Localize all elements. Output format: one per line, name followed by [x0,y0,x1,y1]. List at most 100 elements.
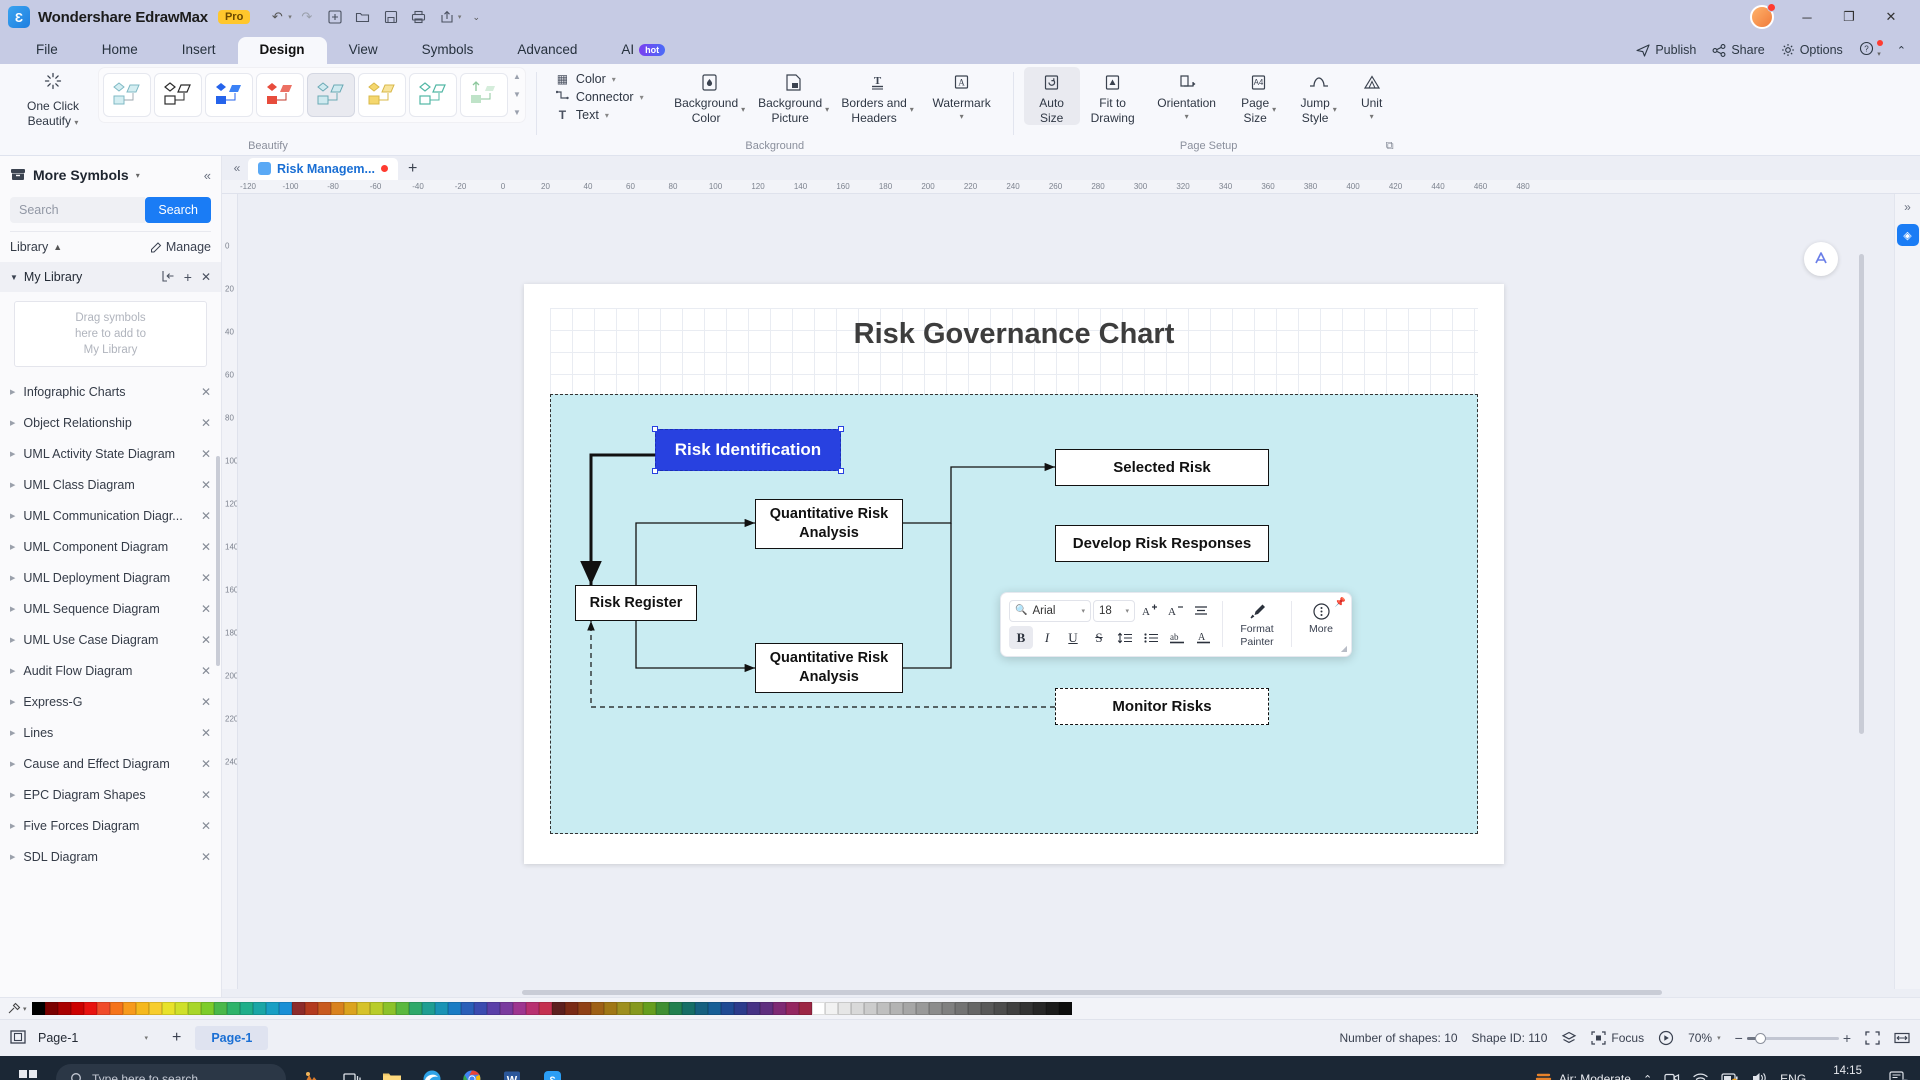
remove-icon[interactable]: ✕ [201,385,211,399]
beautify-style-outline-black[interactable] [154,73,202,117]
jump-style-caret-icon[interactable]: ▾ [1333,105,1337,114]
color-swatch[interactable] [434,1002,448,1015]
watermark-caret-icon[interactable]: ▾ [960,112,964,121]
color-swatch[interactable] [772,1002,786,1015]
line-spacing-button[interactable] [1113,626,1137,649]
color-swatch[interactable] [486,1002,500,1015]
undo-icon[interactable]: ↶ [264,5,290,29]
color-swatch[interactable] [980,1002,994,1015]
color-swatch[interactable] [44,1002,58,1015]
chevron-down-icon[interactable]: ▾ [1125,607,1129,615]
show-hidden-icons-button[interactable]: ⌃ [1643,1073,1652,1080]
camera-icon[interactable] [1664,1071,1680,1080]
panel-scrollbar[interactable] [216,456,220,666]
increase-font-size-button[interactable]: A [1137,599,1161,622]
toolbar-resize-grip[interactable]: ◢ [1341,644,1347,653]
collapse-panel-button[interactable]: « [204,168,211,183]
library-item-object-relationship[interactable]: ▶ Object Relationship ✕ [0,407,221,438]
color-swatch[interactable] [291,1002,305,1015]
color-swatch[interactable] [57,1002,71,1015]
background-picture-caret-icon[interactable]: ▾ [825,105,829,114]
one-click-beautify-button[interactable]: One Click Beautify ▾ [10,67,96,129]
node-monitor-risks[interactable]: Monitor Risks [1055,688,1269,725]
color-swatch[interactable] [239,1002,253,1015]
color-swatch[interactable] [837,1002,851,1015]
add-icon[interactable]: + [184,269,192,285]
zoom-slider[interactable]: − + [1735,1030,1851,1046]
library-item-sdl-diagram[interactable]: ▶ SDL Diagram ✕ [0,841,221,872]
drag-symbols-dropzone[interactable]: Drag symbols here to add to My Library [14,301,207,367]
tabstrip-collapse-button[interactable]: « [226,156,248,180]
color-swatch[interactable] [70,1002,84,1015]
remove-icon[interactable]: ✕ [201,447,211,461]
color-swatch[interactable] [629,1002,643,1015]
beautify-style-mint[interactable] [409,73,457,117]
color-swatch[interactable] [122,1002,136,1015]
remove-icon[interactable]: ✕ [201,726,211,740]
color-swatch[interactable] [642,1002,656,1015]
canvas-scroll-region[interactable]: Risk Governance Chart Risk Identificatio… [238,194,1894,989]
color-swatch[interactable] [863,1002,877,1015]
align-button[interactable] [1189,599,1213,622]
color-swatch[interactable] [304,1002,318,1015]
palette-caret-icon[interactable]: ▾ [23,1005,27,1013]
remove-icon[interactable]: ✕ [201,416,211,430]
highlight-button[interactable]: ab [1165,626,1189,649]
expand-icon[interactable]: ▶ [10,605,15,613]
notification-center-button[interactable]: 8 [1889,1070,1911,1080]
font-color-button[interactable]: A [1191,626,1215,649]
expand-icon[interactable]: ▶ [10,853,15,861]
chevron-down-icon[interactable]: ▾ [1081,607,1085,615]
color-swatch[interactable] [798,1002,812,1015]
gallery-scroll-down-icon[interactable]: ▼ [513,91,521,99]
node-quantitative-risk-analysis-1[interactable]: Quantitative Risk Analysis [755,499,903,549]
pinned-app-icon[interactable] [292,1059,332,1080]
color-button[interactable]: ▦ Color ▾ [555,72,644,86]
color-swatch[interactable] [83,1002,97,1015]
color-swatch[interactable] [967,1002,981,1015]
pin-toolbar-button[interactable]: 📌 [1335,597,1346,608]
redo-icon[interactable]: ↷ [294,5,320,29]
orientation-caret-icon[interactable]: ▾ [1185,112,1189,121]
color-swatch[interactable] [902,1002,916,1015]
background-picture-button[interactable]: Background Picture ▾ [753,67,835,125]
resize-handle-nw[interactable] [652,426,658,432]
tab-design[interactable]: Design [237,37,327,64]
beautify-style-selected-teal[interactable] [307,73,355,117]
avatar[interactable] [1750,3,1776,29]
publish-button[interactable]: Publish [1636,43,1696,57]
word-icon[interactable]: W [492,1059,532,1080]
color-swatch[interactable] [993,1002,1007,1015]
expand-icon[interactable]: ▶ [10,388,15,396]
color-swatch[interactable] [187,1002,201,1015]
node-selected-risk[interactable]: Selected Risk [1055,449,1269,486]
color-swatch[interactable] [460,1002,474,1015]
tab-symbols[interactable]: Symbols [400,37,496,64]
beautify-style-outline-light[interactable] [103,73,151,117]
resize-handle-ne[interactable] [838,426,844,432]
borders-headers-button[interactable]: T Borders and Headers ▾ [837,67,919,125]
my-library-expand-icon[interactable]: ▼ [10,273,18,282]
color-swatch[interactable] [759,1002,773,1015]
color-swatch[interactable] [382,1002,396,1015]
tab-file[interactable]: File [14,37,80,64]
color-swatch[interactable] [512,1002,526,1015]
text-button[interactable]: T Text ▾ [555,108,644,122]
battery-icon[interactable] [1721,1071,1739,1080]
color-swatch[interactable] [278,1002,292,1015]
color-swatch[interactable] [694,1002,708,1015]
focus-button[interactable]: Focus [1591,1031,1644,1045]
zoom-out-button[interactable]: − [1735,1030,1743,1046]
expand-icon[interactable]: ▶ [10,543,15,551]
remove-icon[interactable]: ✕ [201,695,211,709]
import-icon[interactable] [162,270,175,285]
font-size-selector[interactable]: 18 ▾ [1093,599,1135,622]
color-swatch[interactable] [1006,1002,1020,1015]
volume-icon[interactable] [1751,1071,1768,1080]
chevron-down-icon[interactable]: ▾ [144,1034,158,1042]
canvas-horizontal-scrollbar[interactable] [522,990,1662,995]
canvas-vertical-scrollbar[interactable] [1859,254,1864,734]
fit-width-button[interactable] [1894,1031,1910,1045]
color-swatch[interactable] [811,1002,825,1015]
color-swatch[interactable] [590,1002,604,1015]
